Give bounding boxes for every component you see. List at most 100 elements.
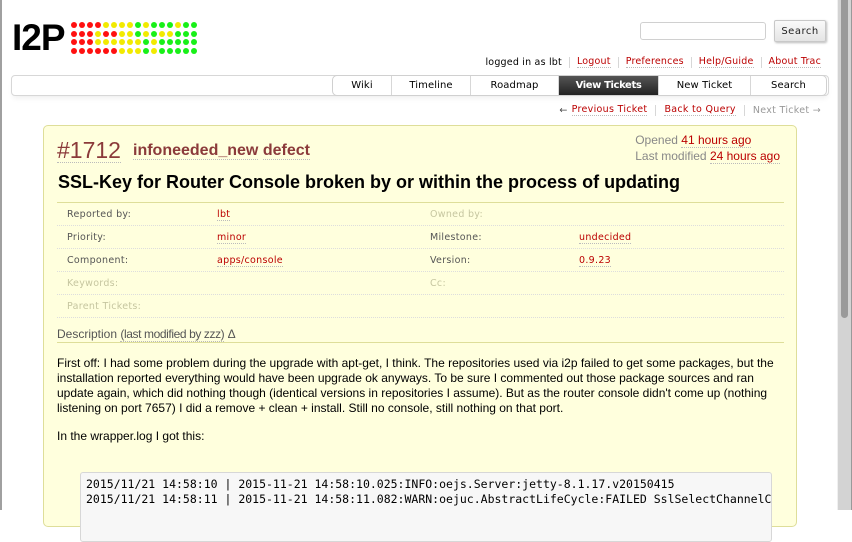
logo-dot — [118, 39, 125, 45]
component-value[interactable]: apps/console — [217, 255, 283, 267]
previous-ticket-link[interactable]: Previous Ticket — [571, 104, 648, 116]
scrollbar-thumb[interactable] — [841, 0, 848, 318]
status-link[interactable]: infoneeded_new — [133, 142, 259, 160]
logo-dot — [86, 30, 93, 37]
logo-dot — [94, 30, 101, 37]
search-input[interactable] — [640, 22, 766, 40]
ticket-box: #1712 infoneeded_new defect Opened 41 ho… — [43, 125, 797, 542]
priority-value[interactable]: minor — [217, 232, 247, 244]
ticket-summary: SSL-Key for Router Console broken by or … — [58, 172, 681, 192]
separator — [743, 104, 745, 116]
logo-dot — [150, 30, 157, 37]
keywords-label: Keywords: — [67, 278, 119, 289]
tab-view-tickets[interactable]: View Tickets — [558, 76, 658, 95]
logo-dot — [118, 30, 125, 37]
logo-dot — [174, 22, 181, 28]
log-line: 2015/11/21 14:58:10 | 2015-11-21 14:58:1… — [86, 477, 675, 491]
meta-nav: logged in as lbt Logout Preferences Help… — [485, 56, 821, 68]
window-edge — [0, 0, 2, 510]
preferences-link[interactable]: Preferences — [625, 56, 684, 68]
i2p-logo[interactable]: I2P — [12, 19, 199, 56]
main-nav: Wiki Timeline Roadmap View Tickets New T… — [332, 75, 827, 96]
logo-dot — [174, 30, 181, 37]
ticket-id[interactable]: #1712 — [57, 138, 121, 163]
diff-icon[interactable]: Δ — [228, 327, 236, 341]
logo-dot — [158, 39, 165, 45]
reported-by-label: Reported by: — [67, 209, 132, 220]
type-link[interactable]: defect — [262, 142, 310, 160]
logo-dot — [102, 39, 109, 45]
logout-link[interactable]: Logout — [576, 56, 611, 68]
logo-dot — [182, 47, 189, 54]
tab-wiki[interactable]: Wiki — [333, 76, 391, 95]
reported-by-value[interactable]: lbt — [217, 209, 231, 221]
logo-dot — [126, 22, 133, 28]
logo-dot — [150, 47, 157, 54]
logo-dot — [166, 22, 173, 28]
separator — [760, 56, 762, 68]
modified-time-link[interactable]: 24 hours ago — [709, 149, 780, 164]
cc-label: Cc: — [430, 278, 446, 289]
help-guide-link[interactable]: Help/Guide — [698, 56, 754, 68]
logo-dot — [158, 30, 165, 37]
logo-dot — [134, 22, 141, 28]
ticket-properties: Reported by: lbt Owned by: Priority: min… — [57, 202, 784, 318]
about-trac-link[interactable]: About Trac — [768, 56, 821, 68]
logo-dot — [78, 30, 85, 37]
logo-dot — [118, 22, 125, 28]
logo-dot — [70, 47, 77, 54]
tab-roadmap[interactable]: Roadmap — [470, 76, 558, 95]
logo-dot — [86, 47, 93, 54]
logo-dot — [134, 30, 141, 37]
logo-dot — [78, 47, 85, 54]
description-label: Description — [57, 327, 118, 341]
milestone-label: Milestone: — [430, 232, 482, 243]
logo-dot — [190, 30, 197, 37]
logo-dot — [94, 22, 101, 28]
logo-dot — [150, 22, 157, 28]
next-ticket-link: Next Ticket → — [752, 104, 821, 116]
logo-dot — [190, 22, 197, 28]
logo-dot — [70, 30, 77, 37]
logo-dot — [126, 39, 133, 45]
logo-dot — [158, 47, 165, 54]
context-nav: ← Previous Ticket Back to Query Next Tic… — [559, 104, 821, 116]
opened-time-link[interactable]: 41 hours ago — [681, 133, 752, 148]
logo-dot — [86, 39, 93, 45]
description-header: Description (last modified by zzz) Δ — [57, 327, 784, 343]
logo-dot — [78, 39, 85, 45]
log-line: 2015/11/21 14:58:11 | 2015-11-21 14:58:1… — [86, 492, 772, 506]
search-button[interactable]: Search — [774, 20, 826, 42]
description-body: First off: I had some problem during the… — [57, 356, 785, 457]
opened-label: Opened — [635, 133, 678, 147]
separator — [655, 104, 657, 116]
logo-dot — [126, 30, 133, 37]
logged-in-label: logged in as lbt — [485, 56, 562, 68]
component-label: Component: — [67, 255, 129, 266]
milestone-value[interactable]: undecided — [579, 232, 632, 244]
property-row: Keywords: Cc: — [57, 272, 784, 295]
logo-dot — [158, 22, 165, 28]
logo-dot — [142, 39, 149, 45]
logo-dot — [110, 39, 117, 45]
logo-dot — [126, 47, 133, 54]
logo-dot — [142, 22, 149, 28]
logo-dot — [110, 30, 117, 37]
separator — [568, 56, 570, 68]
separator — [690, 56, 692, 68]
description-paragraph: First off: I had some problem during the… — [57, 356, 774, 415]
logo-dot — [118, 47, 125, 54]
property-row: Component: apps/console Version: 0.9.23 — [57, 249, 784, 272]
property-row: Parent Tickets: — [57, 295, 784, 318]
tab-timeline[interactable]: Timeline — [391, 76, 470, 95]
logo-dot — [110, 47, 117, 54]
version-value[interactable]: 0.9.23 — [579, 255, 612, 267]
tab-search[interactable]: Search — [750, 76, 826, 95]
logo-dot — [182, 30, 189, 37]
vertical-scrollbar[interactable] — [837, 0, 852, 510]
tab-new-ticket[interactable]: New Ticket — [658, 76, 750, 95]
logo-dot — [86, 22, 93, 28]
logo-dot — [166, 30, 173, 37]
description-modified-link[interactable]: (last modified by zzz) — [120, 327, 225, 342]
back-to-query-link[interactable]: Back to Query — [664, 104, 736, 116]
